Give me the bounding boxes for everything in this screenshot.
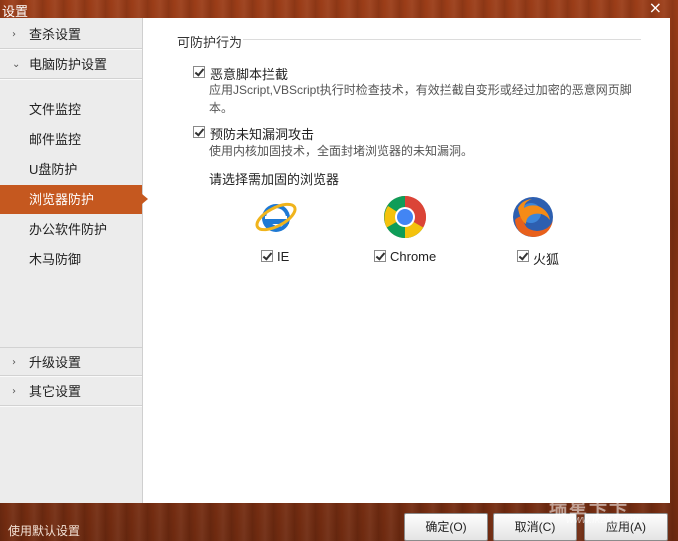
main-content: 可防护行为 恶意脚本拦截 应用JScript,VBScript执行时检查技术，有… (143, 18, 670, 503)
sidebar-item-label: 办公软件防护 (29, 222, 108, 237)
unknown-exploit-checkbox[interactable] (193, 126, 205, 138)
option-description: 应用JScript,VBScript执行时检查技术，有效拦截自变形或经过加密的恶… (209, 83, 632, 115)
restore-defaults-link[interactable]: 使用默认设置 (8, 522, 80, 539)
browser-label: 火狐 (533, 252, 560, 267)
browser-label: Chrome (390, 249, 437, 264)
sidebar-item-browser-protection[interactable]: 浏览器防护 (0, 185, 148, 214)
sidebar-item-file-monitor[interactable]: 文件监控 (0, 95, 142, 124)
settings-panel: › 查杀设置 ⌄ 电脑防护设置 文件监控 邮件监控 U盘防护 浏览器防护 办公软… (0, 18, 670, 503)
section-divider (243, 39, 641, 40)
ie-logo-icon (255, 202, 297, 232)
script-intercept-checkbox[interactable] (193, 66, 205, 78)
ok-button[interactable]: 确定(O) (404, 513, 488, 541)
chrome-checkbox[interactable] (374, 250, 386, 262)
chevron-right-icon: › (12, 386, 16, 397)
chevron-right-icon: › (12, 357, 16, 368)
option-description: 使用内核加固技术，全面封堵浏览器的未知漏洞。 (209, 144, 474, 158)
section-title: 可防护行为 (177, 35, 243, 50)
sidebar-item-mail-monitor[interactable]: 邮件监控 (0, 125, 142, 154)
sidebar: › 查杀设置 ⌄ 电脑防护设置 文件监控 邮件监控 U盘防护 浏览器防护 办公软… (0, 18, 148, 503)
browser-select-title: 请选择需加固的浏览器 (209, 172, 340, 187)
watermark-url: www.ikaka.com (566, 514, 642, 526)
sidebar-item-label: 邮件监控 (29, 132, 82, 147)
sidebar-item-usb-protection[interactable]: U盘防护 (0, 155, 142, 184)
sidebar-group-update-settings[interactable]: › 升级设置 (0, 347, 142, 376)
sidebar-item-label: U盘防护 (29, 162, 78, 177)
browser-ie: IE (253, 194, 333, 274)
sidebar-group-label: 其它设置 (29, 384, 82, 399)
sidebar-item-label: 木马防御 (29, 252, 82, 267)
firefox-checkbox[interactable] (517, 250, 529, 262)
sidebar-item-trojan-defense[interactable]: 木马防御 (0, 245, 142, 274)
chrome-logo-icon (383, 196, 427, 239)
sidebar-group-label: 电脑防护设置 (29, 57, 108, 72)
sidebar-group-label: 升级设置 (29, 355, 82, 370)
sidebar-group-scan-settings[interactable]: › 查杀设置 (0, 20, 142, 49)
browser-chrome: Chrome (374, 194, 462, 274)
firefox-logo-icon (513, 197, 553, 237)
sidebar-item-label: 浏览器防护 (29, 192, 95, 207)
browser-label: IE (277, 249, 290, 264)
browser-firefox: 火狐 (510, 194, 590, 274)
sidebar-item-office-protection[interactable]: 办公软件防护 (0, 215, 142, 244)
sidebar-item-label: 文件监控 (29, 102, 82, 117)
chevron-down-icon: ⌄ (12, 59, 21, 70)
chevron-right-icon: › (12, 29, 16, 40)
sidebar-group-pc-protection[interactable]: ⌄ 电脑防护设置 (0, 50, 142, 79)
sidebar-group-other-settings[interactable]: › 其它设置 (0, 377, 142, 406)
option-label: 预防未知漏洞攻击 (210, 127, 315, 142)
title-bar: 设置 × (0, 0, 678, 19)
close-icon[interactable]: × (649, 0, 662, 17)
sidebar-group-label: 查杀设置 (29, 27, 82, 42)
ie-checkbox[interactable] (261, 250, 273, 262)
